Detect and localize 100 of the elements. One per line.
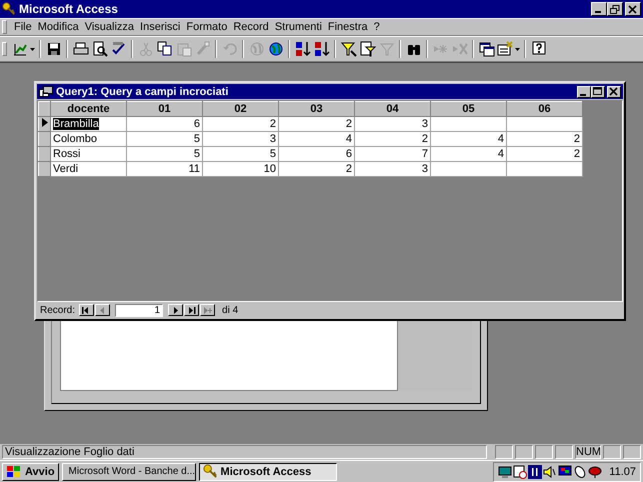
key-icon bbox=[2, 2, 16, 16]
new-record-icon bbox=[203, 306, 212, 314]
close-button[interactable] bbox=[625, 2, 641, 16]
table-cell: 4 bbox=[430, 146, 506, 162]
speech-bubble-icon bbox=[588, 464, 602, 478]
cut-icon bbox=[138, 41, 154, 57]
save-icon bbox=[46, 41, 62, 57]
last-icon bbox=[187, 306, 196, 314]
table-cell: 7 bbox=[354, 146, 430, 162]
funnel-icon bbox=[378, 41, 394, 57]
table-cell: 5 bbox=[202, 146, 278, 162]
minimize-icon bbox=[595, 11, 601, 13]
table-cell: 5 bbox=[126, 146, 202, 162]
restore-icon bbox=[610, 4, 620, 14]
scheduler-icon bbox=[513, 464, 528, 478]
cell-text: Colombo bbox=[53, 132, 98, 144]
table-cell: 4 bbox=[278, 132, 354, 146]
display-icon bbox=[558, 464, 572, 478]
table-cell: 2 bbox=[354, 132, 430, 146]
menu-item[interactable]: Visualizza bbox=[82, 21, 138, 33]
status-indicator: NUM bbox=[575, 445, 601, 459]
menu-item[interactable]: File bbox=[11, 21, 35, 33]
filter-icon bbox=[340, 41, 356, 57]
next-icon bbox=[171, 306, 180, 314]
menu-item[interactable]: Inserisci bbox=[137, 21, 184, 33]
column-header[interactable]: docente bbox=[50, 102, 126, 116]
copy-icon bbox=[156, 41, 172, 57]
window-title: Microsoft Access bbox=[19, 2, 118, 16]
monitor-icon bbox=[498, 464, 512, 478]
volume-icon bbox=[543, 464, 558, 478]
cell-text: Rossi bbox=[53, 148, 81, 160]
clock: 11.07 bbox=[609, 466, 636, 478]
windows-logo-icon bbox=[6, 464, 22, 478]
taskbar-button[interactable]: Microsoft Access bbox=[198, 462, 337, 480]
table-cell: 10 bbox=[202, 162, 278, 176]
window-title: Query1: Query a campi incrociati bbox=[56, 86, 228, 98]
caret-icon bbox=[30, 48, 35, 50]
table-cell: 4 bbox=[430, 132, 506, 146]
table-cell: 2 bbox=[278, 162, 354, 176]
delete-record-icon bbox=[452, 41, 468, 57]
taskbar-button[interactable]: Microsoft Word - Banche d... bbox=[62, 462, 196, 480]
menu-item[interactable]: ? bbox=[370, 21, 383, 33]
menu-item[interactable]: Strumenti bbox=[272, 21, 325, 33]
table-cell: 2 bbox=[506, 132, 582, 146]
column-header[interactable]: 05 bbox=[430, 102, 506, 116]
maximize-icon bbox=[593, 87, 603, 96]
table-cell: 3 bbox=[202, 132, 278, 146]
column-header[interactable]: 03 bbox=[278, 102, 354, 116]
mouse-icon bbox=[573, 464, 588, 478]
table-cell: 11 bbox=[126, 162, 202, 176]
column-header[interactable]: 01 bbox=[126, 102, 202, 116]
undo-icon bbox=[222, 41, 238, 57]
start-button[interactable]: Avvio bbox=[2, 462, 59, 480]
close-button[interactable] bbox=[607, 86, 621, 98]
menu-item[interactable]: Record bbox=[230, 21, 272, 33]
print-icon bbox=[72, 41, 88, 57]
print-preview-icon bbox=[92, 41, 108, 57]
spelling-icon bbox=[110, 41, 126, 57]
minimize-icon bbox=[580, 94, 586, 96]
menu-item[interactable]: Formato bbox=[183, 21, 230, 33]
help-icon bbox=[530, 41, 546, 57]
close-icon bbox=[609, 87, 619, 96]
chart-view-icon bbox=[12, 41, 28, 57]
globe-icon bbox=[268, 41, 284, 57]
next-record-button[interactable] bbox=[168, 304, 184, 316]
table-cell: 6 bbox=[278, 146, 354, 162]
cell-text: Verdi bbox=[53, 162, 78, 174]
sort-ascending-icon bbox=[294, 41, 310, 57]
current-record-icon bbox=[42, 118, 48, 126]
new-object-icon bbox=[497, 41, 513, 57]
record-count: di 4 bbox=[222, 304, 238, 316]
table-cell: 2 bbox=[202, 116, 278, 132]
globe-icon bbox=[248, 41, 264, 57]
first-record-button[interactable] bbox=[79, 304, 94, 316]
record-label: Record: bbox=[40, 304, 76, 316]
table-cell: 2 bbox=[506, 146, 582, 162]
menu-item[interactable]: Finestra bbox=[324, 21, 371, 33]
column-header[interactable]: 02 bbox=[202, 102, 278, 116]
key-icon bbox=[202, 464, 218, 479]
table-cell: 3 bbox=[354, 162, 430, 176]
record-number-field[interactable]: 1 bbox=[115, 304, 164, 316]
new-record-button[interactable] bbox=[200, 304, 216, 316]
datasheet-icon bbox=[39, 86, 53, 98]
maximize-button[interactable] bbox=[591, 86, 605, 98]
cell-text: Brambilla bbox=[53, 118, 99, 130]
minimize-button[interactable] bbox=[591, 2, 607, 16]
column-header[interactable]: 04 bbox=[354, 102, 430, 116]
last-record-button[interactable] bbox=[184, 304, 200, 316]
caret-icon bbox=[515, 48, 520, 50]
column-header[interactable]: 06 bbox=[506, 102, 582, 116]
table-cell: 3 bbox=[354, 116, 430, 132]
row-selector[interactable] bbox=[38, 116, 50, 132]
menu-item[interactable]: Modifica bbox=[34, 21, 82, 33]
close-icon bbox=[628, 4, 638, 14]
table-cell: 2 bbox=[278, 116, 354, 132]
table-cell: 6 bbox=[126, 116, 202, 132]
table-cell: 5 bbox=[126, 132, 202, 146]
minimize-button[interactable] bbox=[577, 86, 591, 98]
previous-record-button[interactable] bbox=[95, 304, 110, 316]
restore-button[interactable] bbox=[607, 2, 623, 16]
